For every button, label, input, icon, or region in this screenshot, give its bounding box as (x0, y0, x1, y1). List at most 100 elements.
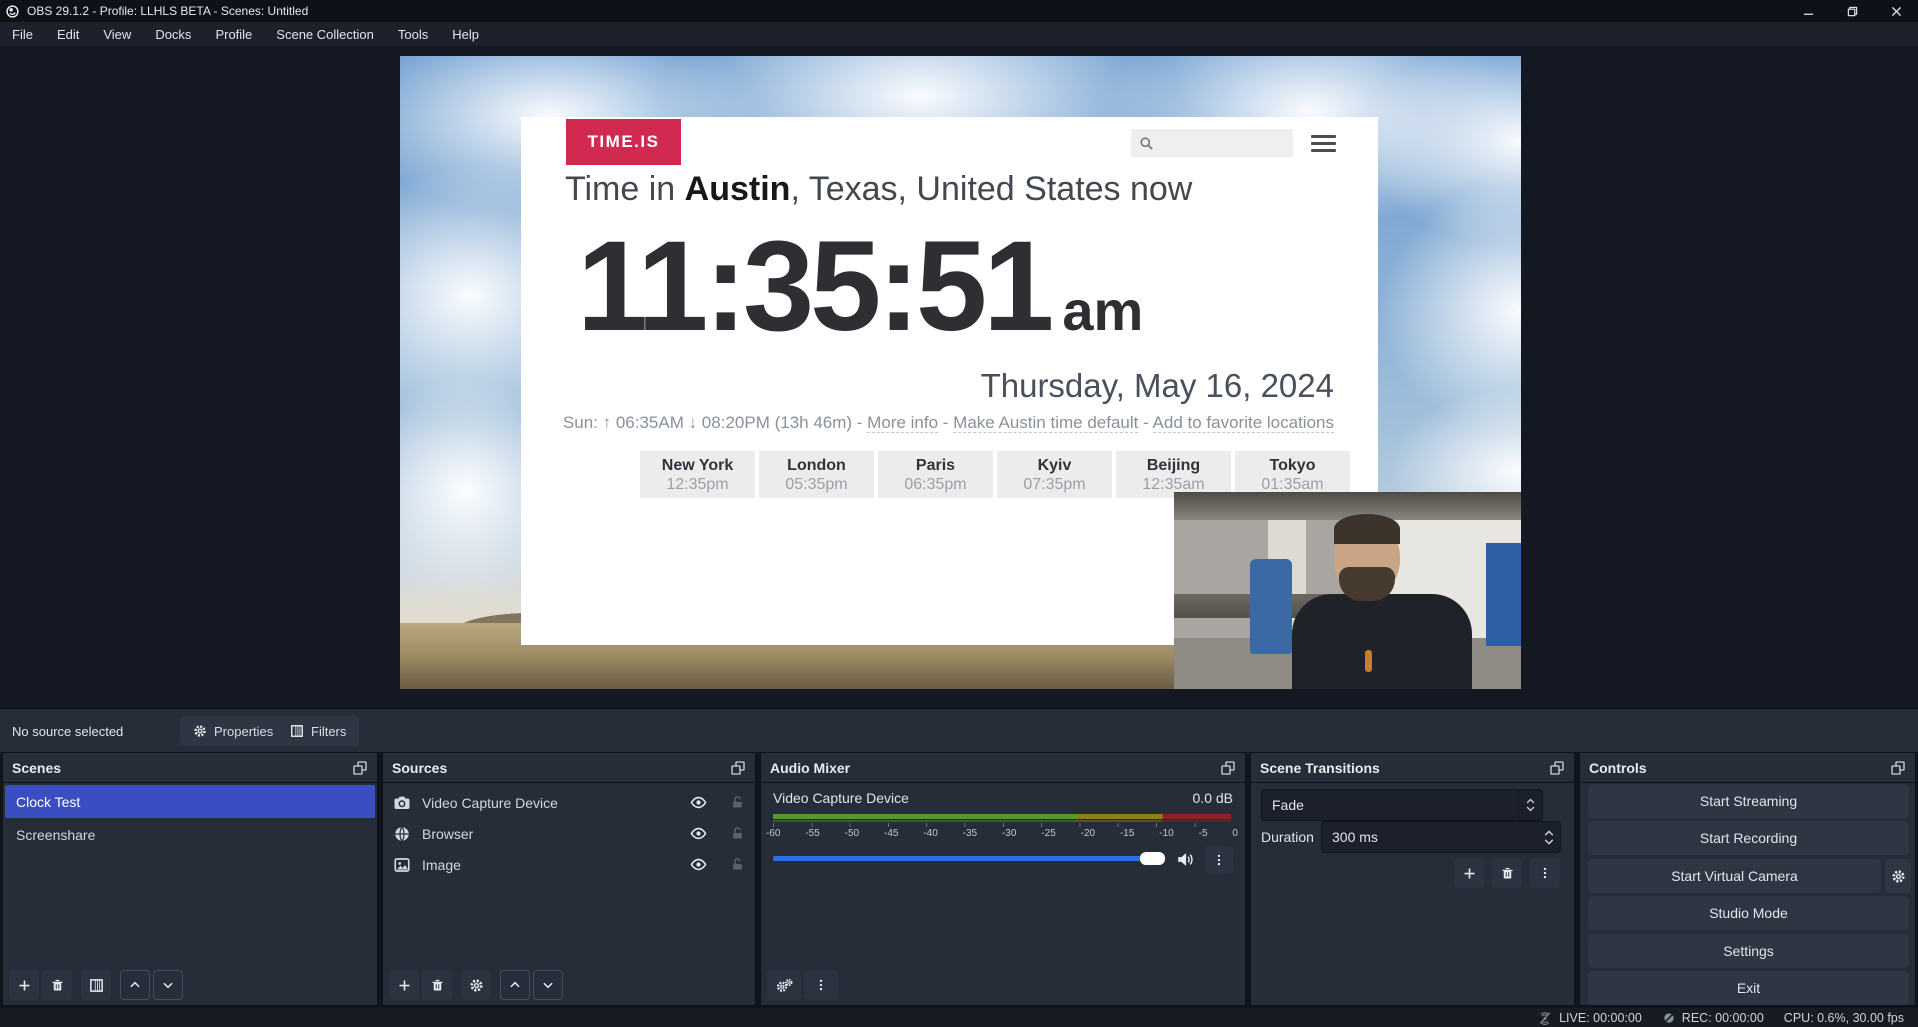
transition-select[interactable]: Fade (1261, 789, 1543, 821)
title-bar: OBS 29.1.2 - Profile: LLHLS BETA - Scene… (0, 0, 1918, 22)
menu-file[interactable]: File (0, 22, 45, 46)
transition-select-spinner[interactable] (1518, 790, 1542, 820)
filters-button[interactable]: Filters (277, 716, 359, 746)
menu-help[interactable]: Help (440, 22, 491, 46)
program-canvas[interactable]: TIME.IS Time in Austin, Texas, United St… (400, 56, 1521, 689)
menu-tools[interactable]: Tools (386, 22, 440, 46)
camera-icon (393, 794, 411, 812)
timeis-logo: TIME.IS (566, 119, 681, 165)
mixer-level-db: 0.0 dB (1193, 790, 1233, 806)
popout-icon[interactable] (1220, 760, 1236, 776)
preview-area: TIME.IS Time in Austin, Texas, United St… (0, 46, 1918, 708)
scene-filters-button[interactable] (81, 970, 111, 1000)
scene-move-down-button[interactable] (153, 970, 183, 1000)
virtual-camera-config-button[interactable] (1885, 859, 1911, 893)
source-item-browser[interactable]: Browser (383, 818, 755, 849)
timeis-meridiem: am (1062, 278, 1143, 343)
trash-icon (50, 978, 65, 993)
timeis-date: Thursday, May 16, 2024 (981, 367, 1334, 405)
obs-window: OBS 29.1.2 - Profile: LLHLS BETA - Scene… (0, 0, 1918, 1027)
properties-button[interactable]: Properties (180, 716, 286, 746)
menu-edit[interactable]: Edit (45, 22, 91, 46)
remove-source-button[interactable] (422, 970, 452, 1000)
maximize-button[interactable] (1830, 0, 1874, 22)
city-card: New York12:35pm (640, 451, 755, 498)
window-title: OBS 29.1.2 - Profile: LLHLS BETA - Scene… (27, 4, 308, 18)
webcam-source (1174, 492, 1521, 689)
volume-slider[interactable] (773, 856, 1163, 861)
duration-label: Duration (1261, 829, 1314, 845)
meter-scale: -60-55 -50-45 -40-35 -30-25 -20-15 -10-5… (766, 828, 1238, 839)
menu-bar: File Edit View Docks Profile Scene Colle… (0, 22, 1918, 46)
visibility-eye-icon[interactable] (690, 794, 707, 811)
globe-icon (393, 825, 411, 843)
remove-scene-button[interactable] (42, 970, 72, 1000)
exit-button[interactable]: Exit (1588, 971, 1909, 1005)
source-properties-button[interactable] (461, 970, 491, 1000)
image-icon (393, 856, 411, 874)
chevron-up-icon (128, 978, 142, 992)
source-status: No source selected (12, 709, 123, 753)
source-item-video-capture[interactable]: Video Capture Device (383, 787, 755, 818)
duration-spinner[interactable] (1544, 830, 1554, 845)
transition-options-button[interactable] (1530, 858, 1560, 888)
double-gear-icon (776, 978, 793, 993)
source-move-down-button[interactable] (533, 970, 563, 1000)
city-card: Tokyo01:35am (1235, 451, 1350, 498)
popout-icon[interactable] (1549, 760, 1565, 776)
record-inactive-icon (1662, 1011, 1676, 1025)
popout-icon[interactable] (730, 760, 746, 776)
start-recording-button[interactable]: Start Recording (1588, 821, 1909, 855)
settings-button[interactable]: Settings (1588, 934, 1909, 968)
live-status: LIVE: 00:00:00 (1537, 1011, 1642, 1025)
trash-icon (430, 978, 445, 993)
lock-icon[interactable] (730, 826, 745, 841)
popout-icon[interactable] (352, 760, 368, 776)
obs-logo-icon (6, 5, 19, 18)
remove-transition-button[interactable] (1492, 858, 1522, 888)
add-source-button[interactable] (389, 970, 419, 1000)
mixer-menu-button[interactable] (804, 970, 838, 1000)
start-virtual-camera-button[interactable]: Start Virtual Camera (1588, 859, 1881, 893)
popout-icon[interactable] (1890, 760, 1906, 776)
trash-icon (1500, 866, 1515, 881)
start-streaming-button[interactable]: Start Streaming (1588, 784, 1909, 818)
chevron-down-icon (161, 978, 175, 992)
source-move-up-button[interactable] (500, 970, 530, 1000)
gear-icon (193, 724, 207, 738)
menu-profile[interactable]: Profile (203, 22, 264, 46)
add-scene-button[interactable] (9, 970, 39, 1000)
close-button[interactable] (1874, 0, 1918, 22)
visibility-eye-icon[interactable] (690, 856, 707, 873)
rec-status: REC: 00:00:00 (1662, 1011, 1764, 1025)
scene-item-clock-test[interactable]: Clock Test (5, 785, 375, 818)
duration-spinbox[interactable]: 300 ms (1321, 821, 1561, 853)
mixer-options-button[interactable] (1205, 846, 1233, 874)
menu-view[interactable]: View (91, 22, 143, 46)
lock-icon[interactable] (730, 795, 745, 810)
favorite-link: Add to favorite locations (1153, 413, 1334, 433)
timeis-time: 11:35:51 (577, 213, 1050, 360)
volume-slider-handle[interactable] (1140, 852, 1165, 865)
scene-move-up-button[interactable] (120, 970, 150, 1000)
minimize-icon (1803, 6, 1814, 17)
menu-docks[interactable]: Docks (143, 22, 203, 46)
add-transition-button[interactable] (1454, 858, 1484, 888)
visibility-eye-icon[interactable] (690, 825, 707, 842)
source-item-image[interactable]: Image (383, 849, 755, 880)
advanced-audio-button[interactable] (767, 970, 801, 1000)
scene-transitions-panel: Scene Transitions Fade Duration 300 ms (1250, 752, 1575, 1006)
scene-item-screenshare[interactable]: Screenshare (5, 818, 375, 851)
menu-scene-collection[interactable]: Scene Collection (264, 22, 386, 46)
hamburger-icon (1311, 135, 1336, 152)
speaker-icon[interactable] (1175, 850, 1194, 869)
lock-icon[interactable] (730, 857, 745, 872)
plus-icon (397, 978, 412, 993)
cpu-status: CPU: 0.6%, 30.00 fps (1784, 1011, 1904, 1025)
sources-title: Sources (392, 760, 447, 776)
chevron-down-icon (1526, 806, 1535, 812)
minimize-button[interactable] (1786, 0, 1830, 22)
timeis-heading: Time in Austin, Texas, United States now (565, 170, 1192, 209)
city-card: Paris06:35pm (878, 451, 993, 498)
studio-mode-button[interactable]: Studio Mode (1588, 896, 1909, 930)
